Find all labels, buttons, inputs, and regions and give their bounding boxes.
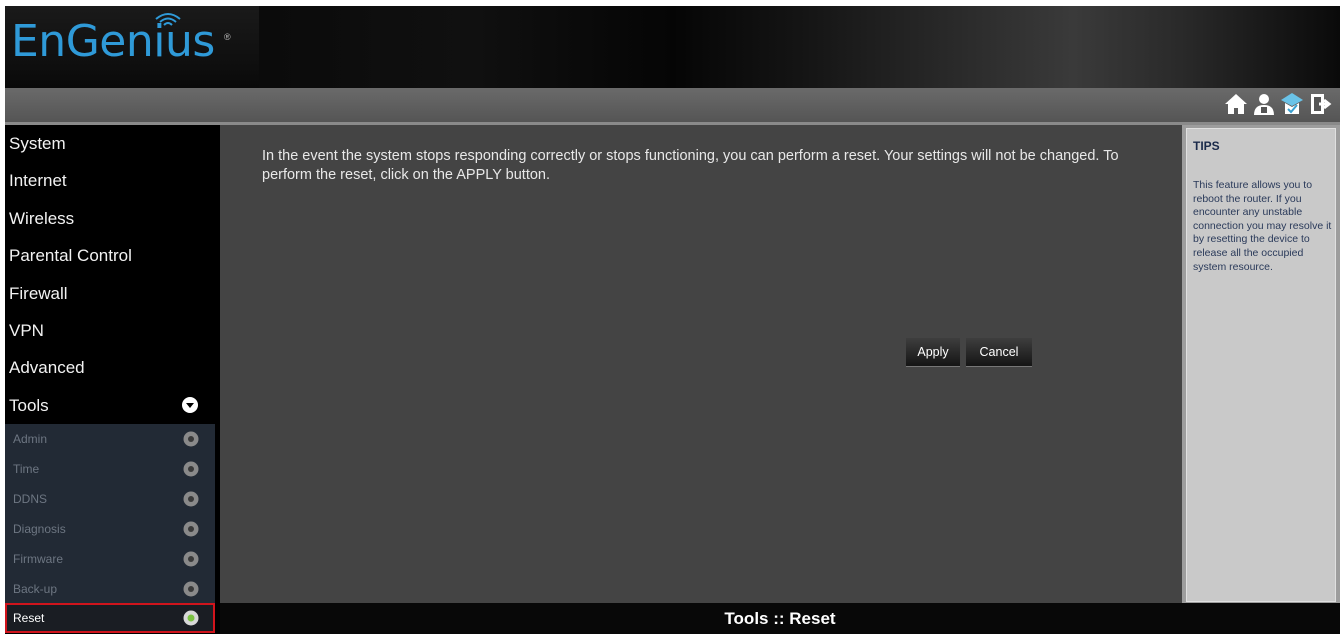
chevron-down-icon [182,396,198,413]
user-icon[interactable] [1252,92,1276,116]
sidebar-item-advanced[interactable]: Advanced [5,349,215,386]
registered-mark: ® [224,32,231,42]
sidebar-item-label: Parental Control [9,246,132,266]
main-content: In the event the system stops responding… [220,125,1182,603]
sidebar-item-internet[interactable]: Internet [5,162,215,199]
wizard-icon[interactable] [1280,92,1304,116]
cancel-button[interactable]: Cancel [966,338,1032,366]
sub-item-label: Diagnosis [13,521,66,536]
active-bullet-icon [183,610,199,626]
sidebar-item-label: Wireless [9,208,75,228]
sidebar-item-system[interactable]: System [5,125,215,162]
bullet-icon [183,491,199,507]
sidebar-item-label: System [9,134,66,153]
header: EnGenius ® [5,6,1340,88]
sidebar-item-label: Internet [9,171,67,191]
bullet-icon [183,521,199,537]
sidebar-item-tools[interactable]: Tools [5,387,215,424]
sub-item-diagnosis[interactable]: Diagnosis [5,514,215,544]
logo-text: EnGenius [11,16,215,67]
toolbar [5,88,1340,125]
sub-item-ddns[interactable]: DDNS [5,484,215,514]
sub-item-firmware[interactable]: Firmware [5,544,215,574]
status-bar: Tools :: Reset [220,603,1340,634]
sidebar-item-parental-control[interactable]: Parental Control [5,237,215,274]
sub-item-back-up[interactable]: Back-up [5,574,215,604]
logout-icon[interactable] [1308,92,1332,116]
home-icon[interactable] [1224,92,1248,116]
sidebar-item-label: Advanced [9,358,85,378]
sidebar-item-firewall[interactable]: Firewall [5,275,215,312]
logo: EnGenius ® [5,6,259,88]
sub-item-label: DDNS [13,491,48,506]
bullet-icon [183,431,199,447]
sub-item-label: Back-up [13,581,58,596]
sidebar-item-vpn[interactable]: VPN [5,312,215,349]
sub-item-label: Time [13,462,40,477]
page-title: Tools :: Reset [724,609,836,628]
apply-button[interactable]: Apply [906,338,960,366]
tips-panel: TIPS This feature allows you to reboot t… [1182,125,1340,603]
sidebar-item-wireless[interactable]: Wireless [5,200,215,237]
bullet-icon [183,551,199,567]
sidebar-item-label: Tools [9,395,49,415]
sidebar-item-label: Firewall [9,283,68,303]
tips-box: TIPS This feature allows you to reboot t… [1186,128,1336,602]
tools-submenu: Admin Time DDNS Diagnosis Firmware Back-… [5,424,215,634]
router-admin-window: EnGenius ® System Internet Wireless Pare… [5,6,1340,634]
reset-description: In the event the system stops responding… [262,148,1119,183]
sidebar-item-label: VPN [9,320,44,340]
sub-item-label: Admin [13,432,48,447]
sub-item-reset[interactable]: Reset [5,603,215,634]
sub-item-label: Firmware [13,551,63,566]
sub-item-label: Reset [13,611,45,626]
bullet-icon [183,461,199,477]
sub-item-admin[interactable]: Admin [5,424,215,454]
tips-title: TIPS [1193,139,1220,153]
tips-text: This feature allows you to reboot the ro… [1193,179,1332,273]
bullet-icon [183,581,199,597]
sidebar: System Internet Wireless Parental Contro… [5,125,215,634]
sub-item-time[interactable]: Time [5,454,215,484]
